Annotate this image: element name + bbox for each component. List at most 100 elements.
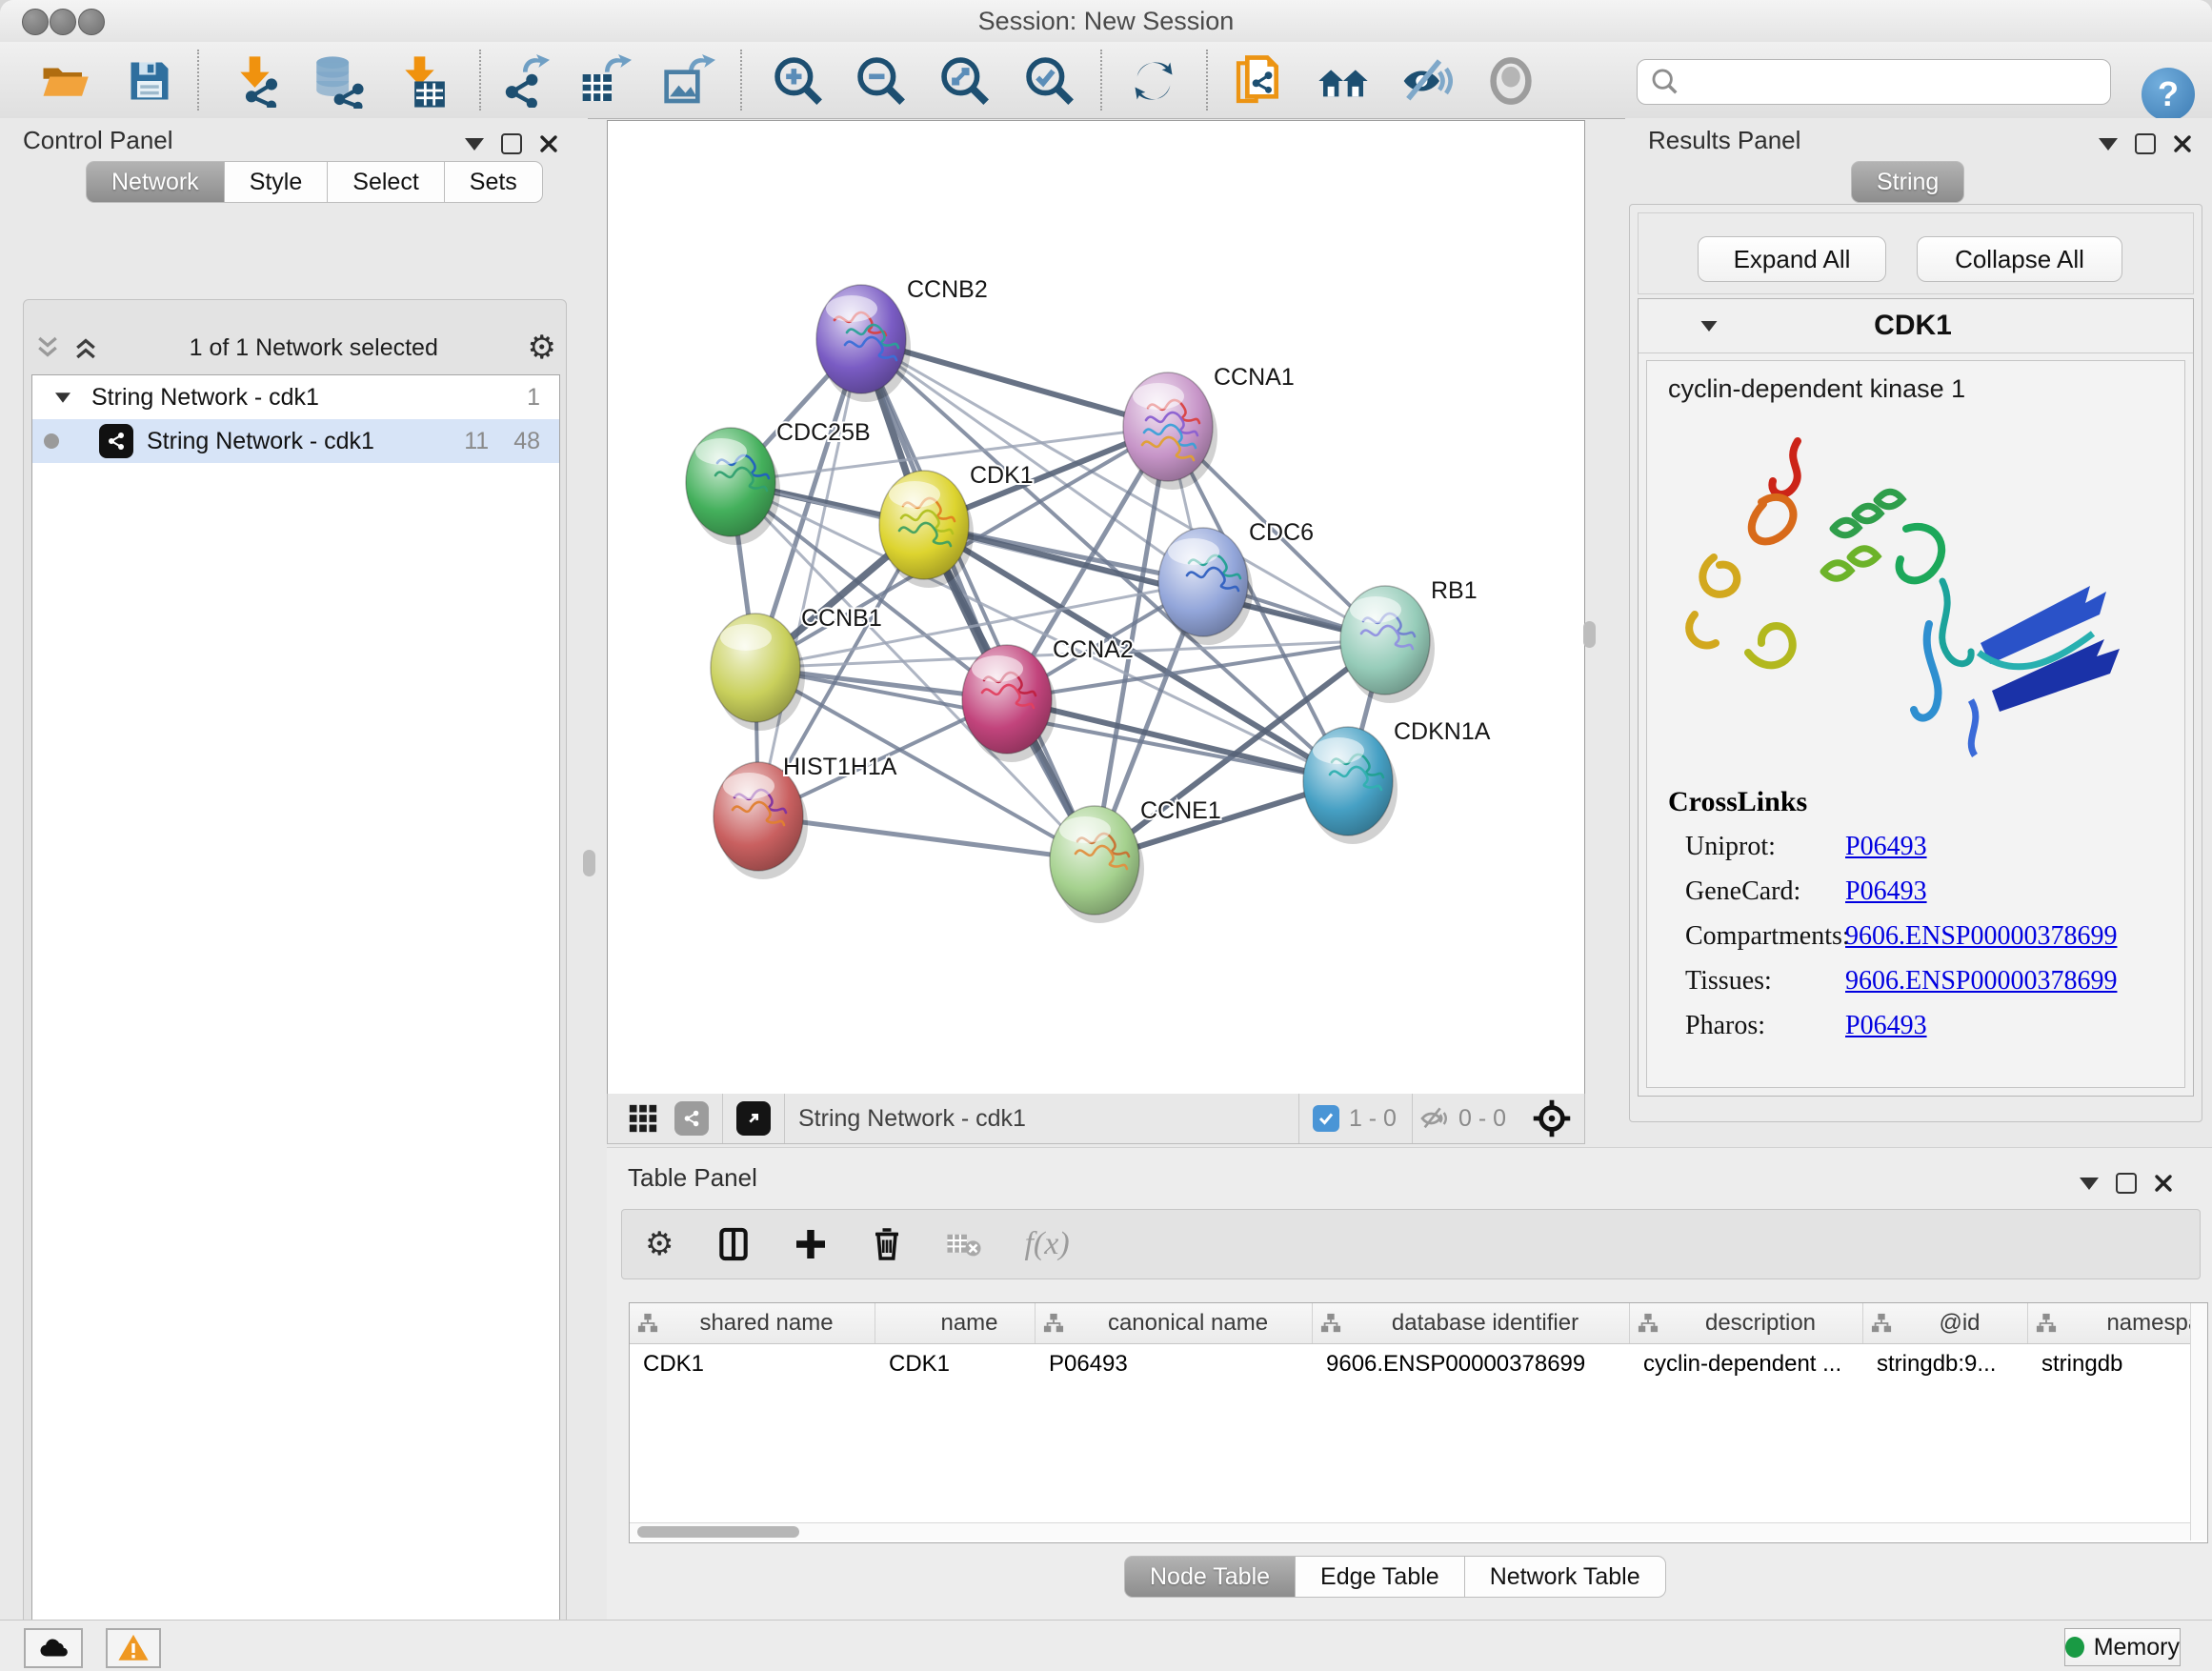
cloud-button[interactable]	[24, 1628, 83, 1668]
network-node-CDK1[interactable]: CDK1	[879, 462, 1034, 588]
column-header-shared-name[interactable]: shared name	[630, 1303, 875, 1343]
crosslink-link[interactable]: P06493	[1845, 832, 1927, 862]
collapse-panel-icon[interactable]	[2080, 1178, 2099, 1190]
table-cell[interactable]: CDK1	[630, 1344, 875, 1384]
network-edge[interactable]	[861, 339, 1095, 860]
close-panel-icon[interactable]	[2154, 1174, 2173, 1193]
tree-expander-icon[interactable]	[55, 393, 70, 402]
panel-divider-handle[interactable]	[1583, 621, 1596, 648]
warnings-button[interactable]	[106, 1628, 161, 1668]
tab-sets[interactable]: Sets	[445, 161, 543, 203]
export-network-button[interactable]	[495, 53, 551, 109]
column-header-description[interactable]: description	[1630, 1303, 1863, 1343]
gene-section-header[interactable]: CDK1	[1639, 299, 2193, 353]
network-view-icon[interactable]	[674, 1101, 709, 1136]
network-node-CDC25B[interactable]: CDC25B	[686, 419, 871, 545]
network-node-RB1[interactable]: RB1	[1340, 577, 1478, 703]
network-node-CDC6[interactable]: CDC6	[1158, 519, 1314, 645]
node-table[interactable]: shared namenamecanonical namedatabase id…	[629, 1302, 2208, 1543]
export-table-button[interactable]	[577, 53, 633, 109]
collapse-all-chevron-icon[interactable]	[33, 333, 62, 362]
hide-graphics-button[interactable]	[1398, 53, 1454, 109]
float-panel-icon[interactable]	[2116, 1173, 2137, 1194]
column-header-database-identifier[interactable]: database identifier	[1313, 1303, 1630, 1343]
tab-style[interactable]: Style	[225, 161, 329, 203]
refresh-view-button[interactable]	[1126, 53, 1181, 109]
grid-view-icon[interactable]	[627, 1102, 659, 1135]
collapse-all-button[interactable]: Collapse All	[1917, 236, 2122, 282]
section-expander-icon[interactable]	[1701, 320, 1718, 331]
network-node-CCNE1[interactable]: CCNE1	[1050, 797, 1221, 923]
crosslink-link[interactable]: P06493	[1845, 876, 1927, 907]
close-panel-icon[interactable]	[2173, 134, 2192, 153]
gear-icon[interactable]: ⚙	[528, 332, 556, 364]
zoom-out-button[interactable]	[854, 53, 909, 109]
column-header-canonical-name[interactable]: canonical name	[1036, 1303, 1313, 1343]
delete-table-icon-disabled[interactable]	[946, 1226, 982, 1262]
zoom-in-button[interactable]	[771, 53, 826, 109]
selected-nodes-checkbox-icon[interactable]	[1313, 1105, 1339, 1132]
panel-divider-handle[interactable]	[583, 850, 595, 876]
crosshair-icon[interactable]	[1531, 1097, 1573, 1139]
network-snapshot-button[interactable]	[1231, 53, 1286, 109]
expand-all-chevron-icon[interactable]	[71, 333, 100, 362]
tab-network-table[interactable]: Network Table	[1465, 1556, 1666, 1598]
network-row[interactable]: String Network - cdk1 11 48	[32, 419, 559, 463]
open-session-button[interactable]	[37, 53, 92, 109]
function-builder-icon[interactable]: f(x)	[1024, 1226, 1069, 1262]
column-header-@id[interactable]: @id	[1863, 1303, 2028, 1343]
network-edge[interactable]	[758, 816, 1095, 860]
zoom-selected-button[interactable]	[1022, 53, 1077, 109]
scrollbar-thumb[interactable]	[637, 1526, 799, 1538]
crosslink-link[interactable]: P06493	[1845, 1011, 1927, 1041]
table-row[interactable]: CDK1CDK1P064939606.ENSP00000378699cyclin…	[630, 1344, 2191, 1384]
search-input[interactable]	[1681, 68, 2102, 96]
float-panel-icon[interactable]	[501, 133, 522, 154]
zoom-fit-button[interactable]	[937, 53, 993, 109]
birdseye-button[interactable]	[1316, 53, 1371, 109]
table-cell[interactable]: stringdb	[2028, 1344, 2191, 1384]
import-table-button[interactable]	[395, 53, 451, 109]
import-network-from-database-button[interactable]	[310, 53, 365, 109]
crosslink-link[interactable]: 9606.ENSP00000378699	[1845, 966, 2117, 997]
vertical-scrollbar[interactable]	[2190, 1303, 2207, 1540]
table-cell[interactable]: stringdb:9...	[1863, 1344, 2028, 1384]
column-header-name[interactable]: name	[875, 1303, 1036, 1343]
search-field[interactable]	[1637, 59, 2111, 105]
expand-all-button[interactable]: Expand All	[1698, 236, 1886, 282]
network-edge[interactable]	[758, 339, 861, 816]
show-columns-icon[interactable]	[715, 1226, 752, 1262]
crosslink-link[interactable]: 9606.ENSP00000378699	[1845, 921, 2117, 952]
table-settings-gear-icon[interactable]: ⚙	[645, 1228, 674, 1260]
show-graphics-button[interactable]	[1483, 53, 1538, 109]
network-node-CDKN1A[interactable]: CDKN1A	[1303, 718, 1491, 844]
close-panel-icon[interactable]	[539, 134, 558, 153]
birdseye-view-icon[interactable]	[736, 1101, 771, 1136]
tab-network[interactable]: Network	[86, 161, 225, 203]
horizontal-scrollbar[interactable]	[630, 1522, 2191, 1540]
table-cell[interactable]: cyclin-dependent ...	[1630, 1344, 1863, 1384]
network-node-CCNB1[interactable]: CCNB1	[711, 605, 882, 731]
network-collection-row[interactable]: String Network - cdk1 1	[32, 375, 559, 419]
export-image-button[interactable]	[661, 53, 716, 109]
delete-column-icon[interactable]	[870, 1227, 904, 1261]
network-node-CCNA1[interactable]: CCNA1	[1123, 364, 1295, 490]
tab-string[interactable]: String	[1851, 161, 1964, 203]
tab-edge-table[interactable]: Edge Table	[1296, 1556, 1465, 1598]
add-column-icon[interactable]	[794, 1227, 828, 1261]
import-network-button[interactable]	[231, 53, 286, 109]
tab-node-table[interactable]: Node Table	[1124, 1556, 1296, 1598]
tab-select[interactable]: Select	[328, 161, 444, 203]
help-button[interactable]: ?	[2142, 68, 2195, 121]
network-edge[interactable]	[1007, 699, 1348, 781]
save-session-button[interactable]	[122, 53, 177, 109]
float-panel-icon[interactable]	[2135, 133, 2156, 154]
network-canvas[interactable]: CCNB2CCNA1CDC25BCDK1CDC6RB1CCNB1CCNA2CDK…	[607, 120, 1585, 1096]
table-cell[interactable]: P06493	[1036, 1344, 1313, 1384]
column-header-namespace[interactable]: namespace	[2028, 1303, 2191, 1343]
network-node-CCNB2[interactable]: CCNB2	[816, 276, 988, 402]
network-node-HIST1H1A[interactable]: HIST1H1A	[714, 754, 897, 879]
collapse-panel-icon[interactable]	[2099, 138, 2118, 151]
collapse-panel-icon[interactable]	[465, 138, 484, 151]
table-cell[interactable]: 9606.ENSP00000378699	[1313, 1344, 1630, 1384]
